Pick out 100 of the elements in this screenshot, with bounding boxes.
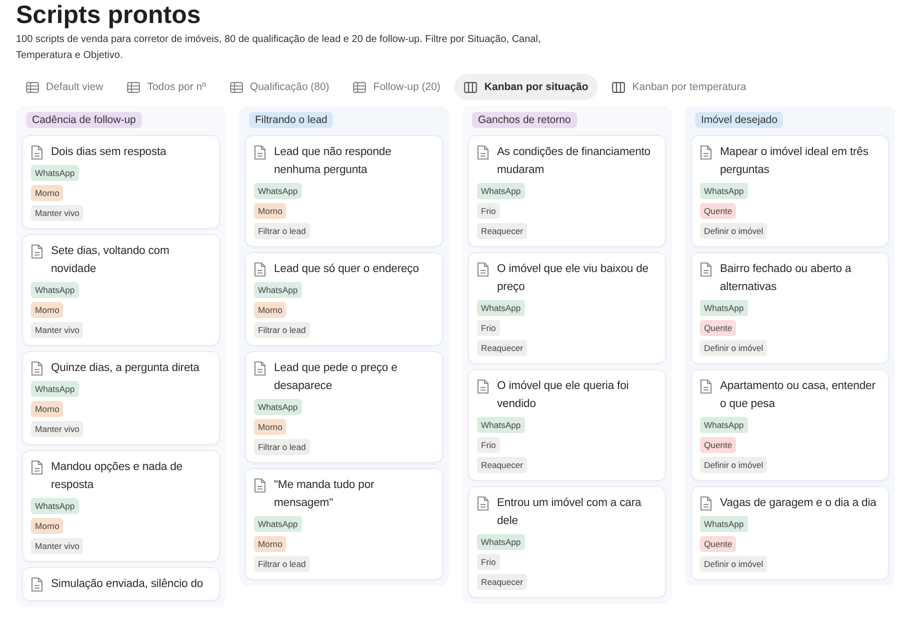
card-title: Mandou opções e nada de resposta xyxy=(51,460,184,493)
script-card[interactable]: "Me manda tudo por mensagem" WhatsApp Morno Filtrar o lead xyxy=(245,468,443,580)
tag: Frio xyxy=(477,554,500,570)
document-icon xyxy=(31,460,43,475)
tag: WhatsApp xyxy=(254,399,302,415)
card-title: Vagas de garagem e o dia a dia xyxy=(720,496,876,511)
tag: Morno xyxy=(254,302,286,318)
tag: Frio xyxy=(477,437,500,453)
card-title: Sete dias, voltando com novidade xyxy=(51,244,170,277)
board-icon xyxy=(464,82,478,92)
card-title: Mapear o imóvel ideal em três perguntas xyxy=(720,145,870,178)
script-card[interactable]: Bairro fechado ou aberto a alternativas WhatsApp Quente Definir o imóvel xyxy=(691,252,889,364)
tag: Morno xyxy=(31,401,64,417)
tag: Morno xyxy=(31,302,64,318)
tag: WhatsApp xyxy=(700,417,748,433)
card-title: Bairro fechado ou aberto a alternativas xyxy=(720,262,852,295)
document-icon xyxy=(700,379,712,394)
document-icon xyxy=(477,496,489,511)
card-title: As condições de financiamento mudaram xyxy=(497,145,652,178)
script-card[interactable]: O imóvel que ele viu baixou de preço WhatsApp Frio Reaquecer xyxy=(468,252,666,364)
tag: Morno xyxy=(254,203,286,219)
view-tab[interactable]: Kanban por situação xyxy=(454,74,598,100)
card-title: Lead que só quer o endereço xyxy=(274,262,419,277)
tag: WhatsApp xyxy=(31,381,79,397)
document-icon xyxy=(700,145,712,160)
table-icon xyxy=(353,82,366,92)
card-title: Apartamento ou casa, entender o que pesa xyxy=(720,379,876,412)
script-card[interactable]: Lead que pede o preço e desaparece WhatsApp Morno Filtrar o lead xyxy=(245,351,443,463)
tag: Definir o imóvel xyxy=(700,223,768,239)
script-card[interactable]: Sete dias, voltando com novidade WhatsApp Morno Manter vivo xyxy=(22,234,220,346)
page-description: 100 scripts de venda para corretor de imóveis, 80 de qualificação de lead e 20 de follow-up. Filtre por Situação, Canal, Temperatura e Objetivo. xyxy=(16,33,542,63)
script-card[interactable]: Entrou um imóvel com a cara dele WhatsApp Frio Reaquecer xyxy=(468,486,666,598)
script-card[interactable]: Mandou opções e nada de resposta WhatsApp Morno Manter vivo xyxy=(22,450,220,562)
table-icon xyxy=(26,82,39,92)
tag: Morno xyxy=(31,185,64,201)
tag: Reaquecer xyxy=(477,340,528,356)
document-icon xyxy=(477,145,489,160)
script-card[interactable]: O imóvel que ele queria foi vendido WhatsApp Frio Reaquecer xyxy=(468,369,666,481)
tag: Filtrar o lead xyxy=(254,556,310,572)
script-card[interactable]: Vagas de garagem e o dia a dia WhatsApp Quente Definir o imóvel xyxy=(691,486,889,580)
document-icon xyxy=(700,262,712,277)
tag: WhatsApp xyxy=(31,282,79,298)
column-heading: Filtrando o lead xyxy=(249,112,334,128)
tag: Morno xyxy=(254,419,286,435)
document-icon xyxy=(254,262,266,277)
document-icon xyxy=(254,145,266,160)
table-icon xyxy=(230,82,243,92)
tag: Definir o imóvel xyxy=(700,556,768,572)
card-title: Quinze dias, a pergunta direta xyxy=(51,361,200,376)
view-tab[interactable]: Default view xyxy=(16,74,114,100)
tag: Reaquecer xyxy=(477,457,528,473)
page-title: Scripts prontos xyxy=(16,0,202,30)
tag: Quente xyxy=(700,203,736,219)
script-card[interactable]: Lead que só quer o endereço WhatsApp Morno Filtrar o lead xyxy=(245,252,443,346)
script-card[interactable]: Simulação enviada, silêncio do xyxy=(22,567,220,601)
script-card[interactable]: Mapear o imóvel ideal em três perguntas WhatsApp Quente Definir o imóvel xyxy=(691,135,889,247)
column-heading: Cadência de follow-up xyxy=(26,112,142,128)
view-tab[interactable]: Todos por nº xyxy=(117,74,216,100)
card-title: Entrou um imóvel com a cara dele xyxy=(497,496,642,529)
script-card[interactable]: Lead que não responde nenhuma pergunta WhatsApp Morno Filtrar o lead xyxy=(245,135,443,247)
tag: Reaquecer xyxy=(477,223,528,239)
tag: Manter vivo xyxy=(31,421,84,437)
document-icon xyxy=(254,478,266,493)
document-icon xyxy=(254,361,266,376)
tag: Frio xyxy=(477,203,500,219)
tag: WhatsApp xyxy=(254,183,302,199)
document-icon xyxy=(477,379,489,394)
card-title: O imóvel que ele viu baixou de preço xyxy=(497,262,650,295)
tag: WhatsApp xyxy=(31,165,79,181)
tag: Manter vivo xyxy=(31,205,84,221)
tag: WhatsApp xyxy=(254,282,302,298)
script-card[interactable]: Quinze dias, a pergunta direta WhatsApp Morno Manter vivo xyxy=(22,351,220,445)
document-icon xyxy=(31,361,43,376)
card-title: Lead que pede o preço e desaparece xyxy=(274,361,398,394)
tag: Manter vivo xyxy=(31,322,84,338)
tag: Quente xyxy=(700,320,736,336)
view-tab[interactable]: Qualificação (80) xyxy=(220,74,340,100)
tag: Filtrar o lead xyxy=(254,322,310,338)
table-icon xyxy=(127,82,140,92)
tag: WhatsApp xyxy=(477,417,525,433)
tag: Filtrar o lead xyxy=(254,439,310,455)
tag: Reaquecer xyxy=(477,574,528,590)
script-card[interactable]: As condições de financiamento mudaram WhatsApp Frio Reaquecer xyxy=(468,135,666,247)
script-card[interactable]: Apartamento ou casa, entender o que pesa WhatsApp Quente Definir o imóvel xyxy=(691,369,889,481)
view-tab[interactable]: Kanban por temperatura xyxy=(602,74,756,100)
tag: Frio xyxy=(477,320,500,336)
card-title: O imóvel que ele queria foi vendido xyxy=(497,379,630,412)
card-title: Dois dias sem resposta xyxy=(51,145,166,160)
card-title: Simulação enviada, silêncio do xyxy=(51,577,204,592)
tag: Quente xyxy=(700,437,736,453)
card-title: Lead que não responde nenhuma pergunta xyxy=(274,145,392,178)
tag: WhatsApp xyxy=(477,183,525,199)
view-tab[interactable]: Follow-up (20) xyxy=(343,74,450,100)
tag: Definir o imóvel xyxy=(700,457,768,473)
column-heading: Imóvel desejado xyxy=(695,112,784,128)
script-card[interactable]: Dois dias sem resposta WhatsApp Morno Manter vivo xyxy=(22,135,220,229)
tag: WhatsApp xyxy=(700,516,748,532)
tag: WhatsApp xyxy=(31,498,79,514)
tag: Quente xyxy=(700,536,736,552)
column-heading: Ganchos de retorno xyxy=(472,112,577,128)
